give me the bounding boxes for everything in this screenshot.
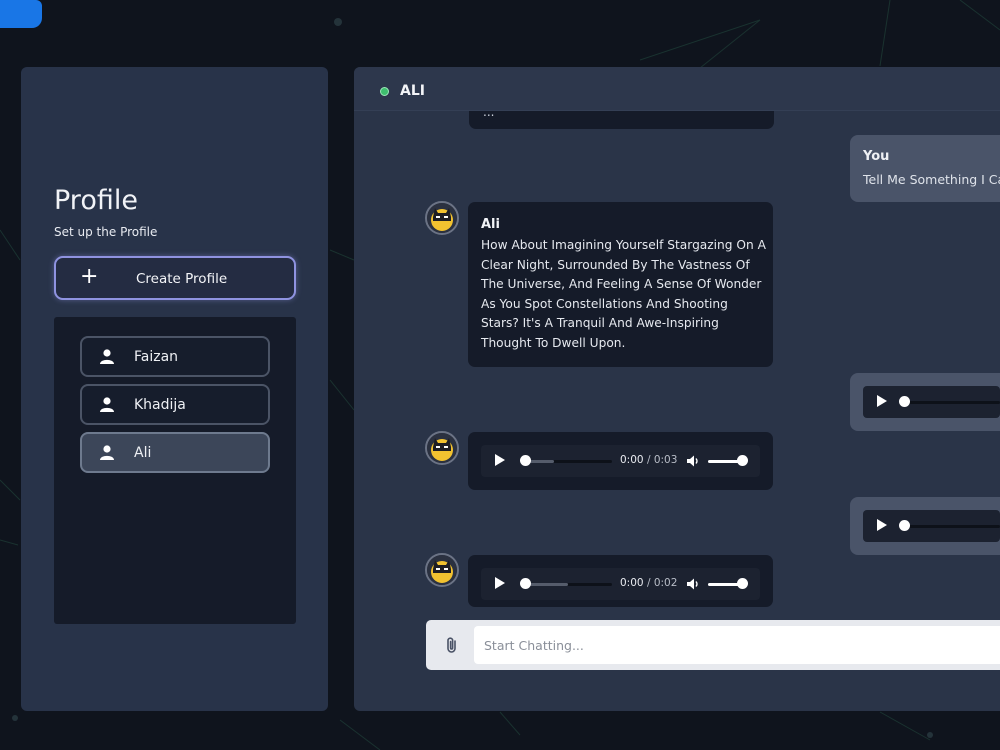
plus-icon: +: [80, 264, 99, 289]
message-bubble-user-audio: [850, 373, 1000, 431]
message-sender: Ali: [481, 217, 500, 232]
chat-header: ALI: [354, 67, 1000, 111]
profile-list: Faizan Khadija Ali: [54, 317, 296, 624]
message-bubble-ai: Ali How About Imagining Yourself Stargaz…: [468, 202, 773, 367]
profile-name: Faizan: [134, 349, 179, 365]
audio-player[interactable]: [863, 510, 1000, 542]
profile-sidebar: Profile Set up the Profile + Create Prof…: [21, 67, 328, 711]
sidebar-title: Profile: [54, 185, 138, 216]
online-status-dot: [380, 87, 389, 96]
profile-item-khadija[interactable]: Khadija: [80, 384, 270, 425]
batman-avatar-icon: [425, 201, 459, 235]
message-bubble-ai-truncated: ...: [469, 105, 774, 129]
message-bubble-user: You Tell Me Something I Can: [850, 135, 1000, 202]
sidebar-subtitle: Set up the Profile: [54, 225, 158, 239]
chat-panel: ... You Tell Me Something I Can Ali How …: [354, 67, 1000, 711]
audio-progress-knob[interactable]: [520, 455, 531, 466]
play-icon[interactable]: [877, 395, 887, 407]
profile-item-ali[interactable]: Ali: [80, 432, 270, 473]
create-profile-button[interactable]: + Create Profile: [54, 256, 296, 300]
paperclip-icon[interactable]: [442, 635, 462, 655]
audio-progress-knob[interactable]: [899, 396, 910, 407]
message-text: Tell Me Something I Can: [863, 172, 1000, 187]
message-text: How About Imagining Yourself Stargazing …: [481, 238, 766, 350]
message-bubble-ai-audio: 0:00 / 0:02: [468, 555, 773, 607]
audio-time: 0:00 / 0:02: [620, 577, 678, 589]
volume-knob[interactable]: [737, 578, 748, 589]
audio-progress-track[interactable]: [521, 460, 612, 463]
audio-progress-track[interactable]: [521, 583, 612, 586]
user-icon: [100, 397, 114, 412]
volume-icon[interactable]: [686, 454, 700, 468]
batman-avatar-icon: [425, 431, 459, 465]
profile-name: Khadija: [134, 397, 186, 413]
brand-logo-mark: [0, 0, 42, 28]
profile-name: Ali: [134, 445, 152, 461]
audio-progress-track[interactable]: [903, 525, 1000, 528]
audio-progress-knob[interactable]: [899, 520, 910, 531]
chat-contact-name: ALI: [400, 83, 425, 99]
audio-time: 0:00 / 0:03: [620, 454, 678, 466]
volume-knob[interactable]: [737, 455, 748, 466]
create-profile-label: Create Profile: [136, 271, 228, 287]
play-icon[interactable]: [495, 454, 505, 466]
volume-icon[interactable]: [686, 577, 700, 591]
audio-progress-knob[interactable]: [520, 578, 531, 589]
profile-item-faizan[interactable]: Faizan: [80, 336, 270, 377]
audio-player[interactable]: 0:00 / 0:02: [481, 568, 760, 600]
message-sender: You: [863, 149, 890, 164]
audio-player[interactable]: [863, 386, 1000, 418]
message-bubble-user-audio: [850, 497, 1000, 555]
play-icon[interactable]: [877, 519, 887, 531]
user-icon: [100, 349, 114, 364]
batman-avatar-icon: [425, 553, 459, 587]
chat-input-bar: [426, 620, 1000, 670]
audio-progress-track[interactable]: [903, 401, 1000, 404]
chat-message-input[interactable]: [474, 626, 1000, 664]
play-icon[interactable]: [495, 577, 505, 589]
user-icon: [100, 445, 114, 460]
message-bubble-ai-audio: 0:00 / 0:03: [468, 432, 773, 490]
audio-player[interactable]: 0:00 / 0:03: [481, 445, 760, 477]
